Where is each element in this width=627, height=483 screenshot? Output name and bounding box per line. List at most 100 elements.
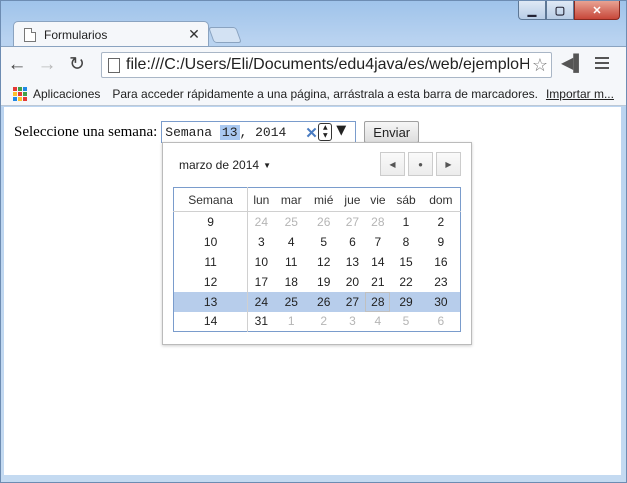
dropdown-arrow-icon[interactable]: ▼ (336, 123, 346, 138)
week-row[interactable]: 10 3 4 5 6 7 8 9 (173, 231, 461, 252)
day-cell[interactable]: 4 (274, 232, 308, 252)
week-number[interactable]: 14 (173, 311, 249, 332)
day-cell[interactable]: 7 (365, 232, 390, 252)
weekday-header: vie (365, 187, 391, 212)
url-text[interactable]: file:///C:/Users/Eli/Documents/edu4java/… (126, 56, 529, 74)
weekday-header: sáb (390, 187, 422, 212)
month-label[interactable]: marzo de 2014 (179, 158, 259, 172)
day-cell[interactable]: 5 (308, 232, 339, 252)
tab-close-icon[interactable]: ✕ (186, 26, 202, 43)
week-row[interactable]: 9 24 25 26 27 28 1 2 (173, 211, 461, 232)
close-window-button[interactable]: ✕ (574, 1, 620, 20)
week-input[interactable]: Semana 13 , 2014 ✕ ▲ ▼ ▼ (161, 121, 357, 143)
week-row[interactable]: 14 31 1 2 3 4 5 6 (173, 311, 461, 332)
day-cell[interactable]: 2 (308, 312, 339, 332)
day-cell[interactable]: 3 (248, 232, 275, 252)
previous-month-button[interactable]: ◀ (380, 152, 405, 176)
menu-icon[interactable] (595, 57, 609, 72)
day-cell[interactable]: 29 (390, 291, 422, 312)
day-cell[interactable]: 19 (308, 272, 339, 292)
week-number[interactable]: 11 (173, 251, 249, 272)
day-cell[interactable]: 27 (339, 212, 365, 232)
reload-icon[interactable]: ↻ (63, 51, 91, 79)
page-icon (108, 57, 120, 73)
day-cell[interactable]: 17 (248, 272, 275, 292)
day-cell[interactable]: 15 (390, 252, 421, 272)
day-cell[interactable]: 8 (390, 232, 421, 252)
day-cell[interactable]: 5 (390, 312, 421, 332)
weekday-header: mar (274, 187, 309, 212)
day-cell[interactable]: 13 (339, 252, 365, 272)
weekday-header: dom (421, 187, 461, 212)
day-cell[interactable]: 4 (365, 312, 390, 332)
day-cell[interactable]: 25 (274, 212, 308, 232)
day-cell[interactable]: 27 (339, 291, 366, 312)
today-button[interactable]: ● (408, 152, 433, 176)
next-month-button[interactable]: ▶ (436, 152, 461, 176)
day-cell[interactable]: 2 (422, 212, 461, 232)
day-cell[interactable]: 26 (308, 291, 340, 312)
day-cell[interactable]: 21 (365, 272, 390, 292)
back-arrow-icon[interactable]: ← (3, 51, 31, 79)
day-cell[interactable]: 22 (390, 272, 421, 292)
day-cell[interactable]: 28 (365, 291, 391, 312)
day-cell[interactable]: 6 (339, 232, 365, 252)
week-input-year[interactable]: , 2014 (240, 125, 287, 140)
weekday-header: lun (247, 187, 275, 212)
title-bar: Formularios ✕ ▁ ▢ ✕ (1, 1, 626, 47)
day-cell[interactable]: 9 (422, 232, 461, 252)
day-cell[interactable]: 31 (248, 312, 275, 332)
bookmark-star-icon[interactable]: ☆ (529, 55, 551, 76)
page-content: Seleccione una semana: Semana 13 , 2014 … (4, 107, 621, 475)
day-cell[interactable]: 18 (274, 272, 308, 292)
day-cell[interactable]: 3 (339, 312, 365, 332)
clear-icon[interactable]: ✕ (305, 124, 318, 142)
day-cell[interactable]: 10 (248, 252, 275, 272)
day-cell[interactable]: 23 (422, 272, 461, 292)
week-number[interactable]: 10 (173, 231, 249, 252)
day-cell[interactable]: 6 (422, 312, 461, 332)
weekday-header: mié (308, 187, 340, 212)
week-row[interactable]: 13 24 25 26 27 28 29 30 (173, 291, 461, 312)
week-input-week[interactable]: 13 (219, 124, 240, 140)
apps-link[interactable]: Aplicaciones (33, 87, 100, 101)
spinner-icon[interactable]: ▲ ▼ (318, 123, 333, 141)
bookmarks-bar: Aplicaciones Para acceder rápidamente a … (1, 82, 626, 106)
week-row[interactable]: 11 10 11 12 13 14 15 16 (173, 251, 461, 272)
week-number[interactable]: 9 (173, 211, 249, 232)
week-picker: marzo de 2014 ▼ ◀ ● ▶ Semana lun mar mié jue… (162, 142, 472, 345)
day-cell[interactable]: 24 (247, 291, 275, 312)
day-cell[interactable]: 20 (339, 272, 365, 292)
day-cell[interactable]: 26 (308, 212, 339, 232)
day-cell[interactable]: 11 (274, 252, 308, 272)
week-number[interactable]: 13 (173, 291, 249, 312)
minimize-button[interactable]: ▁ (518, 1, 546, 20)
day-cell[interactable]: 16 (422, 252, 461, 272)
address-bar[interactable]: file:///C:/Users/Eli/Documents/edu4java/… (101, 52, 552, 78)
week-input-prefix: Semana (165, 124, 220, 140)
month-selector[interactable]: marzo de 2014 ▼ (179, 158, 271, 172)
day-cell[interactable]: 1 (274, 312, 308, 332)
extension-speaker-icon[interactable]: ◀▌ (561, 53, 585, 73)
week-form: Seleccione una semana: Semana 13 , 2014 … (14, 121, 420, 143)
day-cell[interactable]: 14 (365, 252, 390, 272)
apps-grid-icon[interactable] (13, 86, 27, 101)
week-number[interactable]: 12 (173, 271, 249, 292)
day-cell[interactable]: 28 (365, 212, 390, 232)
day-cell[interactable]: 1 (390, 212, 421, 232)
maximize-button[interactable]: ▢ (546, 1, 574, 20)
day-cell[interactable]: 30 (421, 291, 461, 312)
day-cell[interactable]: 24 (248, 212, 275, 232)
week-row[interactable]: 12 17 18 19 20 21 22 23 (173, 271, 461, 292)
weekday-header: jue (339, 187, 366, 212)
import-bookmarks-link[interactable]: Importar m... (546, 87, 614, 101)
caret-down-icon[interactable]: ▼ (263, 161, 271, 170)
browser-toolbar: ← → ↻ file:///C:/Users/Eli/Documents/edu… (1, 46, 626, 82)
day-cell[interactable]: 25 (274, 291, 309, 312)
forward-arrow-icon[interactable]: → (33, 51, 61, 79)
new-tab-button[interactable] (208, 27, 242, 43)
submit-button[interactable]: Enviar (364, 121, 420, 143)
day-cell[interactable]: 12 (308, 252, 339, 272)
tab-formularios[interactable]: Formularios ✕ (13, 21, 209, 47)
tab-title: Formularios (44, 27, 108, 42)
